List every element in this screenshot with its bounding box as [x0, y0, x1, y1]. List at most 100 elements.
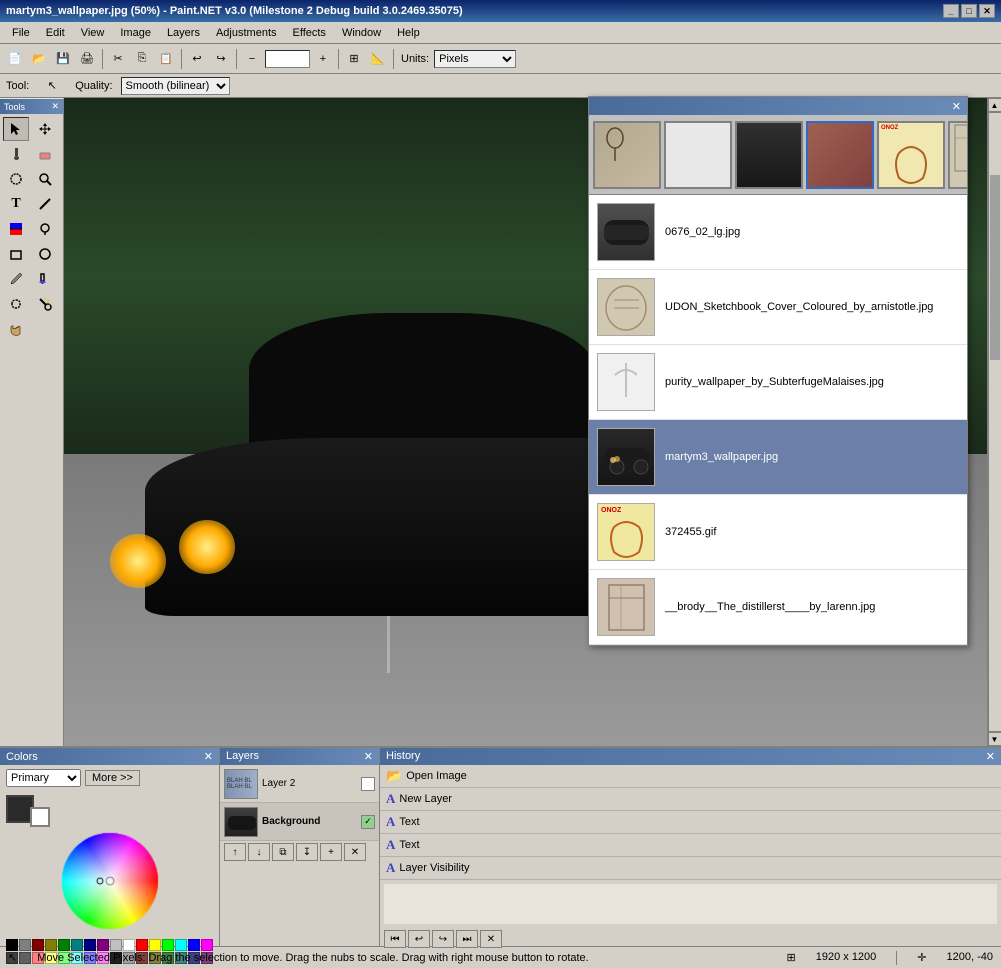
menu-adjustments[interactable]: Adjustments: [208, 25, 285, 41]
menu-window[interactable]: Window: [334, 25, 389, 41]
copy-btn[interactable]: ⎘: [131, 48, 153, 70]
file-row-2[interactable]: purity_wallpaper_by_SubterfugeMalaises.j…: [589, 345, 967, 420]
scroll-track-v[interactable]: [988, 112, 1001, 732]
tool-hand[interactable]: [7, 317, 33, 341]
layer-row-1[interactable]: Background ✓: [220, 803, 379, 841]
more-colors-btn[interactable]: More >>: [85, 770, 140, 786]
palette-color-#ffff00[interactable]: [149, 939, 161, 951]
layer-vis-0[interactable]: [361, 777, 375, 791]
palette-color-#808080[interactable]: [19, 939, 31, 951]
menu-view[interactable]: View: [73, 25, 113, 41]
history-undo[interactable]: ↩: [408, 930, 430, 948]
palette-color-#ffffff[interactable]: [123, 939, 135, 951]
thumbnail-4[interactable]: ONOZ: [877, 121, 945, 189]
menu-effects[interactable]: Effects: [285, 25, 334, 41]
color-wheel[interactable]: [60, 831, 160, 931]
layer-row-0[interactable]: BLAH BL BLAH BL Layer 2: [220, 765, 379, 803]
print-btn[interactable]: 🖨: [76, 48, 98, 70]
tool-pencil[interactable]: [3, 267, 29, 291]
menu-help[interactable]: Help: [389, 25, 428, 41]
history-row-4[interactable]: A Layer Visibility: [380, 857, 1001, 880]
units-select[interactable]: Pixels Inches Centimeters: [434, 50, 516, 68]
tool-line[interactable]: [32, 192, 58, 216]
tool-ellipse[interactable]: [32, 242, 58, 266]
palette-color-#008000[interactable]: [58, 939, 70, 951]
thumbnail-3[interactable]: [806, 121, 874, 189]
cut-btn[interactable]: ✂: [107, 48, 129, 70]
palette-color-#808000[interactable]: [45, 939, 57, 951]
file-popup-close[interactable]: ✕: [952, 100, 961, 113]
tool-move[interactable]: [32, 117, 58, 141]
palette-color-#606060[interactable]: [19, 952, 31, 964]
palette-color-#000000[interactable]: [6, 939, 18, 951]
history-close[interactable]: ✕: [986, 750, 995, 763]
open-btn[interactable]: 📂: [28, 48, 50, 70]
palette-color-#0000ff[interactable]: [188, 939, 200, 951]
tool-magic-wand[interactable]: [32, 292, 58, 316]
tool-text[interactable]: T: [3, 192, 29, 216]
layer-add[interactable]: +: [320, 843, 342, 861]
menu-image[interactable]: Image: [112, 25, 159, 41]
tool-paint[interactable]: [3, 142, 29, 166]
menu-file[interactable]: File: [4, 25, 38, 41]
ruler-btn[interactable]: 📐: [367, 48, 389, 70]
history-first[interactable]: ⏮: [384, 930, 406, 948]
palette-color-#c0c0c0[interactable]: [110, 939, 122, 951]
scroll-up-btn[interactable]: ▲: [988, 98, 1001, 112]
file-row-5[interactable]: __brody__The_distillerst____by_larenn.jp…: [589, 570, 967, 645]
history-row-3[interactable]: A Text: [380, 834, 1001, 857]
colors-close[interactable]: ✕: [204, 750, 213, 763]
title-bar-controls[interactable]: _ □ ✕: [943, 4, 995, 18]
save-btn[interactable]: 💾: [52, 48, 74, 70]
close-btn[interactable]: ✕: [979, 4, 995, 18]
scroll-down-btn[interactable]: ▼: [988, 732, 1001, 746]
thumbnail-2[interactable]: [735, 121, 803, 189]
history-row-0[interactable]: 📂 Open Image: [380, 765, 1001, 788]
zoom-out-btn[interactable]: −: [241, 48, 263, 70]
current-tool-btn[interactable]: ↖: [37, 75, 67, 97]
maximize-btn[interactable]: □: [961, 4, 977, 18]
file-row-3[interactable]: martym3_wallpaper.jpg: [589, 420, 967, 495]
palette-color-#000080[interactable]: [84, 939, 96, 951]
history-redo[interactable]: ↪: [432, 930, 454, 948]
undo-btn[interactable]: ↩: [186, 48, 208, 70]
layer-vis-1[interactable]: ✓: [361, 815, 375, 829]
tools-panel-close[interactable]: ✕: [51, 101, 59, 112]
tool-select[interactable]: [3, 117, 29, 141]
layer-move-up[interactable]: ↑: [224, 843, 246, 861]
thumbnail-0[interactable]: [593, 121, 661, 189]
menu-edit[interactable]: Edit: [38, 25, 73, 41]
grid-btn[interactable]: ⊞: [343, 48, 365, 70]
minimize-btn[interactable]: _: [943, 4, 959, 18]
tool-stamp[interactable]: [32, 217, 58, 241]
tool-eraser[interactable]: [32, 142, 58, 166]
zoom-in-btn[interactable]: +: [312, 48, 334, 70]
tool-zoom[interactable]: [32, 167, 58, 191]
tool-recolor[interactable]: [3, 217, 29, 241]
new-btn[interactable]: 📄: [4, 48, 26, 70]
palette-color-#ff00ff[interactable]: [201, 939, 213, 951]
file-row-0[interactable]: 0676_02_lg.jpg: [589, 195, 967, 270]
tool-shapes[interactable]: [3, 242, 29, 266]
history-last[interactable]: ⏭: [456, 930, 478, 948]
menu-layers[interactable]: Layers: [159, 25, 208, 41]
secondary-color-swatch[interactable]: [30, 807, 50, 827]
palette-color-#008080[interactable]: [71, 939, 83, 951]
paste-btn[interactable]: 📋: [155, 48, 177, 70]
thumbnail-5[interactable]: [948, 121, 967, 189]
palette-color-#00ff00[interactable]: [162, 939, 174, 951]
palette-color-#800000[interactable]: [32, 939, 44, 951]
history-clear[interactable]: ✕: [480, 930, 502, 948]
quality-select[interactable]: Smooth (bilinear) Nearest Neighbor Best …: [121, 77, 230, 95]
redo-btn[interactable]: ↪: [210, 48, 232, 70]
zoom-input[interactable]: 50%: [265, 50, 310, 68]
history-row-2[interactable]: A Text: [380, 811, 1001, 834]
history-row-1[interactable]: A New Layer: [380, 788, 1001, 811]
tool-freeform-select[interactable]: [3, 292, 29, 316]
thumbnail-1[interactable]: [664, 121, 732, 189]
palette-color-#800080[interactable]: [97, 939, 109, 951]
palette-color-#ff0000[interactable]: [136, 939, 148, 951]
tool-fill[interactable]: [32, 267, 58, 291]
tool-lasso[interactable]: [3, 167, 29, 191]
file-row-1[interactable]: UDON_Sketchbook_Cover_Coloured_by_arnist…: [589, 270, 967, 345]
